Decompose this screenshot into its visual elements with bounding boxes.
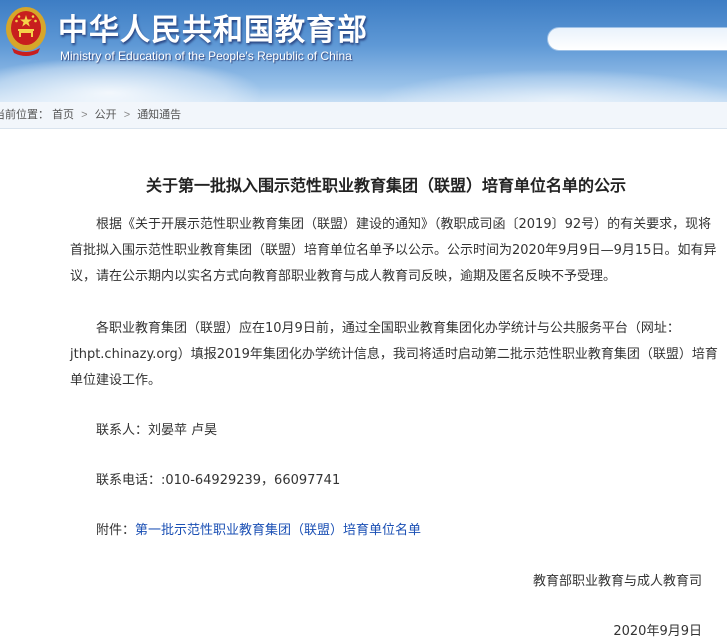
contact-people: 联系人：刘晏苹 卢昊 bbox=[96, 423, 218, 438]
breadcrumb-item-public[interactable]: 公开 bbox=[95, 109, 117, 121]
breadcrumb-item-notices[interactable]: 通知通告 bbox=[137, 109, 181, 121]
site-title-cn[interactable]: 中华人民共和国教育部 bbox=[58, 5, 368, 49]
attachment-row: 附件：第一批示范性职业教育集团（联盟）培育单位名单 bbox=[96, 519, 421, 538]
breadcrumb-separator: > bbox=[123, 109, 131, 121]
attachment-label: 附件： bbox=[96, 523, 136, 538]
attachment-link[interactable]: 第一批示范性职业教育集团（联盟）培育单位名单 bbox=[135, 523, 421, 538]
signature: 教育部职业教育与成人教育司 bbox=[532, 574, 702, 589]
paragraph-1-line: 首批拟入围示范性职业教育集团（联盟）培育单位名单予以公示。公示时间为2020年9… bbox=[70, 243, 717, 258]
paragraph-2-line: jthpt.chinazy.org）填报2019年集团化办学统计信息，我司将适时… bbox=[70, 347, 718, 362]
paragraph-2-line: 单位建设工作。 bbox=[70, 373, 162, 388]
publish-date: 2020年9月9日 bbox=[613, 624, 702, 639]
breadcrumb: 当前位置： 首页 > 公开 > 通知通告 bbox=[0, 102, 727, 129]
paragraph-1-line: 根据《关于开展示范性职业教育集团（联盟）建设的通知》（教职成司函〔2019〕92… bbox=[96, 217, 712, 232]
breadcrumb-item-home[interactable]: 首页 bbox=[52, 109, 74, 121]
site-title-en: Ministry of Education of the People's Re… bbox=[60, 49, 352, 63]
breadcrumb-prefix: 当前位置： bbox=[0, 109, 49, 121]
site-header: 中华人民共和国教育部 Ministry of Education of the … bbox=[0, 0, 727, 102]
paragraph-1-line: 议，请在公示期内以实名方式向教育部职业教育与成人教育司反映，逾期及匿名反映不予受… bbox=[70, 269, 617, 284]
header-cloud-decoration bbox=[380, 70, 727, 102]
article-title: 关于第一批拟入围示范性职业教育集团（联盟）培育单位名单的公示 bbox=[145, 176, 626, 195]
header-cloud-decoration bbox=[0, 58, 260, 102]
national-emblem-icon[interactable] bbox=[4, 4, 48, 58]
breadcrumb-separator: > bbox=[81, 109, 88, 121]
paragraph-2-line: 各职业教育集团（联盟）应在10月9日前，通过全国职业教育集团化办学统计与公共服务… bbox=[96, 321, 680, 336]
search-input[interactable] bbox=[547, 27, 727, 51]
contact-phone: 联系电话：:010-64929239，66097741 bbox=[96, 473, 341, 488]
